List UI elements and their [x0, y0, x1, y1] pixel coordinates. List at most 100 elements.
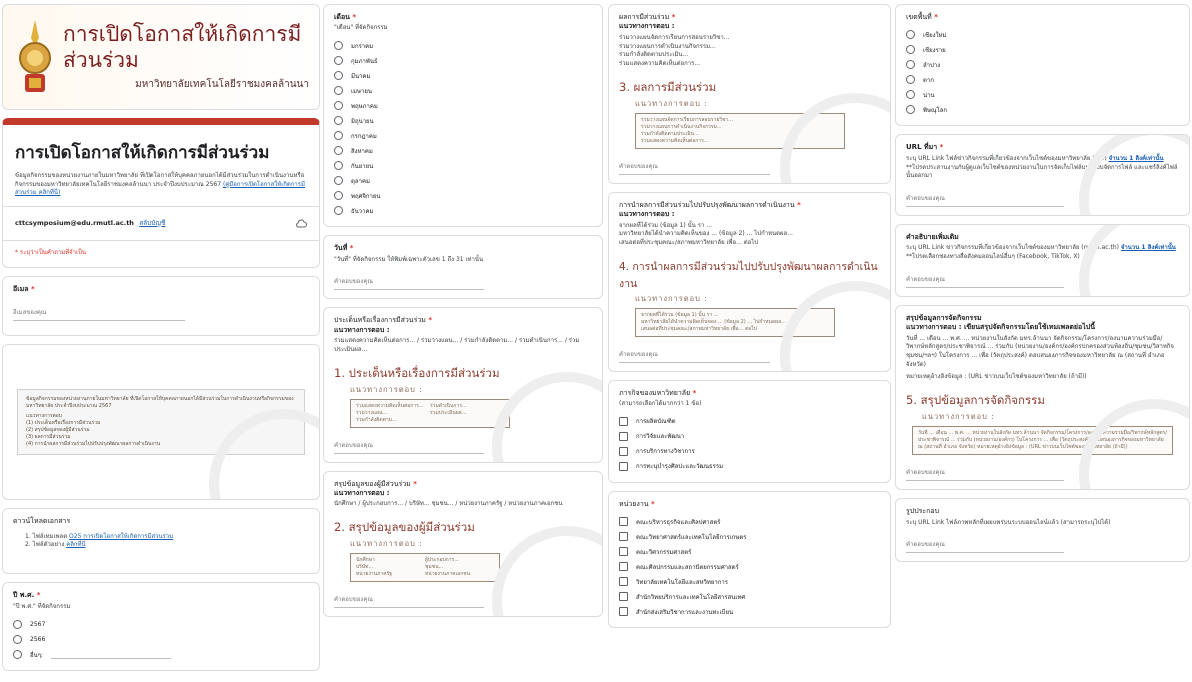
checkbox-icon[interactable] [619, 607, 628, 617]
results-example-box: ร่วมวางแผนจัดการเรียนการสอนรายวิชา... ร่… [635, 112, 845, 149]
month-option[interactable]: มกราคม [334, 38, 592, 53]
month-option[interactable]: กุมภาพันธ์ [334, 53, 592, 68]
sample-file-link[interactable]: คลิกที่นี่ [66, 541, 85, 548]
participants-guide-image: แนวทางการตอบ : [350, 539, 423, 549]
radio-icon[interactable] [334, 41, 343, 51]
unit-option[interactable]: คณะบริหารธุรกิจและศิลปศาสตร์ [619, 514, 880, 529]
radio-icon[interactable] [334, 146, 343, 156]
zone-option[interactable]: พิษณุโลก [906, 102, 1179, 117]
radio-icon[interactable] [906, 30, 915, 40]
zone-option[interactable]: ลำปาง [906, 57, 1179, 72]
option-label: การทะนุบำรุงศิลปะและวัฒนธรรม [636, 463, 724, 471]
info-line: แนวทางการตอบ [26, 413, 62, 420]
unit-option[interactable]: สำนักส่งเสริมวิชาการและงานทะเบียน [619, 604, 880, 619]
option-label: การบริการทางวิชาการ [636, 448, 695, 456]
email-input[interactable]: อีเมลของคุณ [13, 307, 185, 321]
month-option[interactable]: เมษายน [334, 83, 592, 98]
checkbox-icon[interactable] [619, 592, 628, 602]
option-label: เชียงใหม่ [923, 31, 947, 39]
radio-icon[interactable] [906, 105, 915, 115]
info-line: (3) ผลการมีส่วนร่วม [26, 434, 71, 441]
year-option-other[interactable]: อื่นๆ: [13, 647, 309, 662]
checkbox-icon[interactable] [619, 431, 628, 441]
improve-input[interactable]: คำตอบของคุณ [619, 349, 771, 363]
issue-heading: 1. ประเด็นหรือเรื่องการมีส่วนร่วม [334, 365, 500, 380]
mission-option[interactable]: การวิจัยและพัฒนา [619, 429, 880, 444]
year-label: ปี พ.ศ. [13, 591, 35, 600]
radio-icon[interactable] [906, 60, 915, 70]
checkbox-icon[interactable] [619, 517, 628, 527]
radio-icon[interactable] [334, 101, 343, 111]
day-input[interactable]: คำตอบของคุณ [334, 276, 484, 291]
option-label: พฤศจิกายน [351, 192, 381, 200]
radio-icon[interactable] [334, 56, 343, 66]
month-label: เดือน [334, 13, 350, 21]
option-label: มีนาคม [351, 72, 371, 80]
option-label: พฤษภาคม [351, 102, 378, 110]
checkbox-icon[interactable] [619, 547, 628, 557]
email-label: อีเมล [13, 285, 29, 294]
checkbox-icon[interactable] [619, 562, 628, 572]
results-guide: แนวทางการตอบ : [619, 22, 675, 31]
unit-option[interactable]: คณะวิทยาศาสตร์และเทคโนโลยีการเกษตร [619, 529, 880, 544]
photo-input[interactable]: คำตอบของคุณ [906, 539, 1065, 554]
participants-example-box: นักศึกษา ผู้ประกอบการ... บริษัท... ชุมชน..… [350, 553, 500, 583]
radio-icon[interactable] [334, 116, 343, 126]
switch-account-link[interactable]: สลับบัญชี [139, 219, 165, 227]
participants-desc: นักศึกษา / ผู้ประกอบการ... / บริษัท... ช… [334, 500, 563, 508]
checkbox-icon[interactable] [619, 461, 628, 471]
radio-icon[interactable] [334, 131, 343, 141]
radio-icon[interactable] [334, 176, 343, 186]
option-label: มกราคม [351, 42, 374, 50]
checkbox-icon[interactable] [619, 416, 628, 426]
month-option[interactable]: มิถุนายน [334, 113, 592, 128]
other-input[interactable] [50, 651, 171, 659]
unit-option[interactable]: วิทยาลัยเทคโนโลยีและสหวิทยาการ [619, 574, 880, 589]
radio-icon[interactable] [13, 650, 22, 660]
radio-icon[interactable] [334, 71, 343, 81]
unit-option[interactable]: สำนักวิทยบริการและเทคโนโลยีสารสนเทศ [619, 589, 880, 604]
mission-option[interactable]: การบริการทางวิชาการ [619, 444, 880, 459]
radio-icon[interactable] [906, 45, 915, 55]
summary-input[interactable]: คำตอบของคุณ [906, 467, 1065, 482]
radio-icon[interactable] [334, 86, 343, 96]
template-file-link[interactable]: O25 การเปิดโอกาสให้เกิดการมีส่วนร่วม [69, 533, 173, 540]
checkbox-icon[interactable] [619, 577, 628, 587]
radio-icon[interactable] [13, 635, 22, 645]
zone-option[interactable]: เชียงราย [906, 42, 1179, 57]
issue-label: ประเด็นหรือเรื่องการมีส่วนร่วม [334, 316, 426, 325]
year-option[interactable]: 2566 [13, 632, 309, 647]
participants-input[interactable]: คำตอบของคุณ [334, 594, 484, 609]
unit-option[interactable]: คณะศิลปกรรมและสถาปัตยกรรมศาสตร์ [619, 559, 880, 574]
checkbox-icon[interactable] [619, 446, 628, 456]
month-option[interactable]: ตุลาคม [334, 173, 592, 188]
month-option[interactable]: กรกฎาคม [334, 128, 592, 143]
zone-option[interactable]: ตาก [906, 72, 1179, 87]
radio-icon[interactable] [334, 191, 343, 201]
year-option[interactable]: 2567 [13, 617, 309, 632]
results-input[interactable]: คำตอบของคุณ [619, 161, 771, 175]
mission-option[interactable]: การทะนุบำรุงศิลปะและวัฒนธรรม [619, 459, 880, 474]
month-option[interactable]: พฤศจิกายน [334, 188, 592, 203]
info-image-card: ข้อมูลกิจกรรมของหน่วยงานภายในมหาวิทยาลัย… [2, 344, 320, 501]
option-label: กุมภาพันธ์ [351, 57, 378, 65]
unit-option[interactable]: คณะวิศวกรรมศาสตร์ [619, 544, 880, 559]
zone-option[interactable]: เชียงใหม่ [906, 27, 1179, 42]
radio-icon[interactable] [334, 161, 343, 171]
radio-icon[interactable] [334, 206, 343, 216]
month-option[interactable]: มีนาคม [334, 68, 592, 83]
radio-icon[interactable] [906, 75, 915, 85]
url-source-input[interactable]: คำตอบของคุณ [906, 193, 1065, 207]
mission-option[interactable]: การผลิตบัณฑิต [619, 414, 880, 429]
month-option[interactable]: กันยายน [334, 158, 592, 173]
option-label: กรกฎาคม [351, 132, 377, 140]
radio-icon[interactable] [906, 90, 915, 100]
checkbox-icon[interactable] [619, 532, 628, 542]
month-option[interactable]: สิงหาคม [334, 143, 592, 158]
month-option[interactable]: ธันวาคม [334, 203, 592, 218]
extra-input[interactable]: คำตอบของคุณ [906, 274, 1065, 288]
zone-option[interactable]: น่าน [906, 87, 1179, 102]
month-option[interactable]: พฤษภาคม [334, 98, 592, 113]
issue-input[interactable]: คำตอบของคุณ [334, 440, 484, 454]
radio-icon[interactable] [13, 620, 22, 630]
